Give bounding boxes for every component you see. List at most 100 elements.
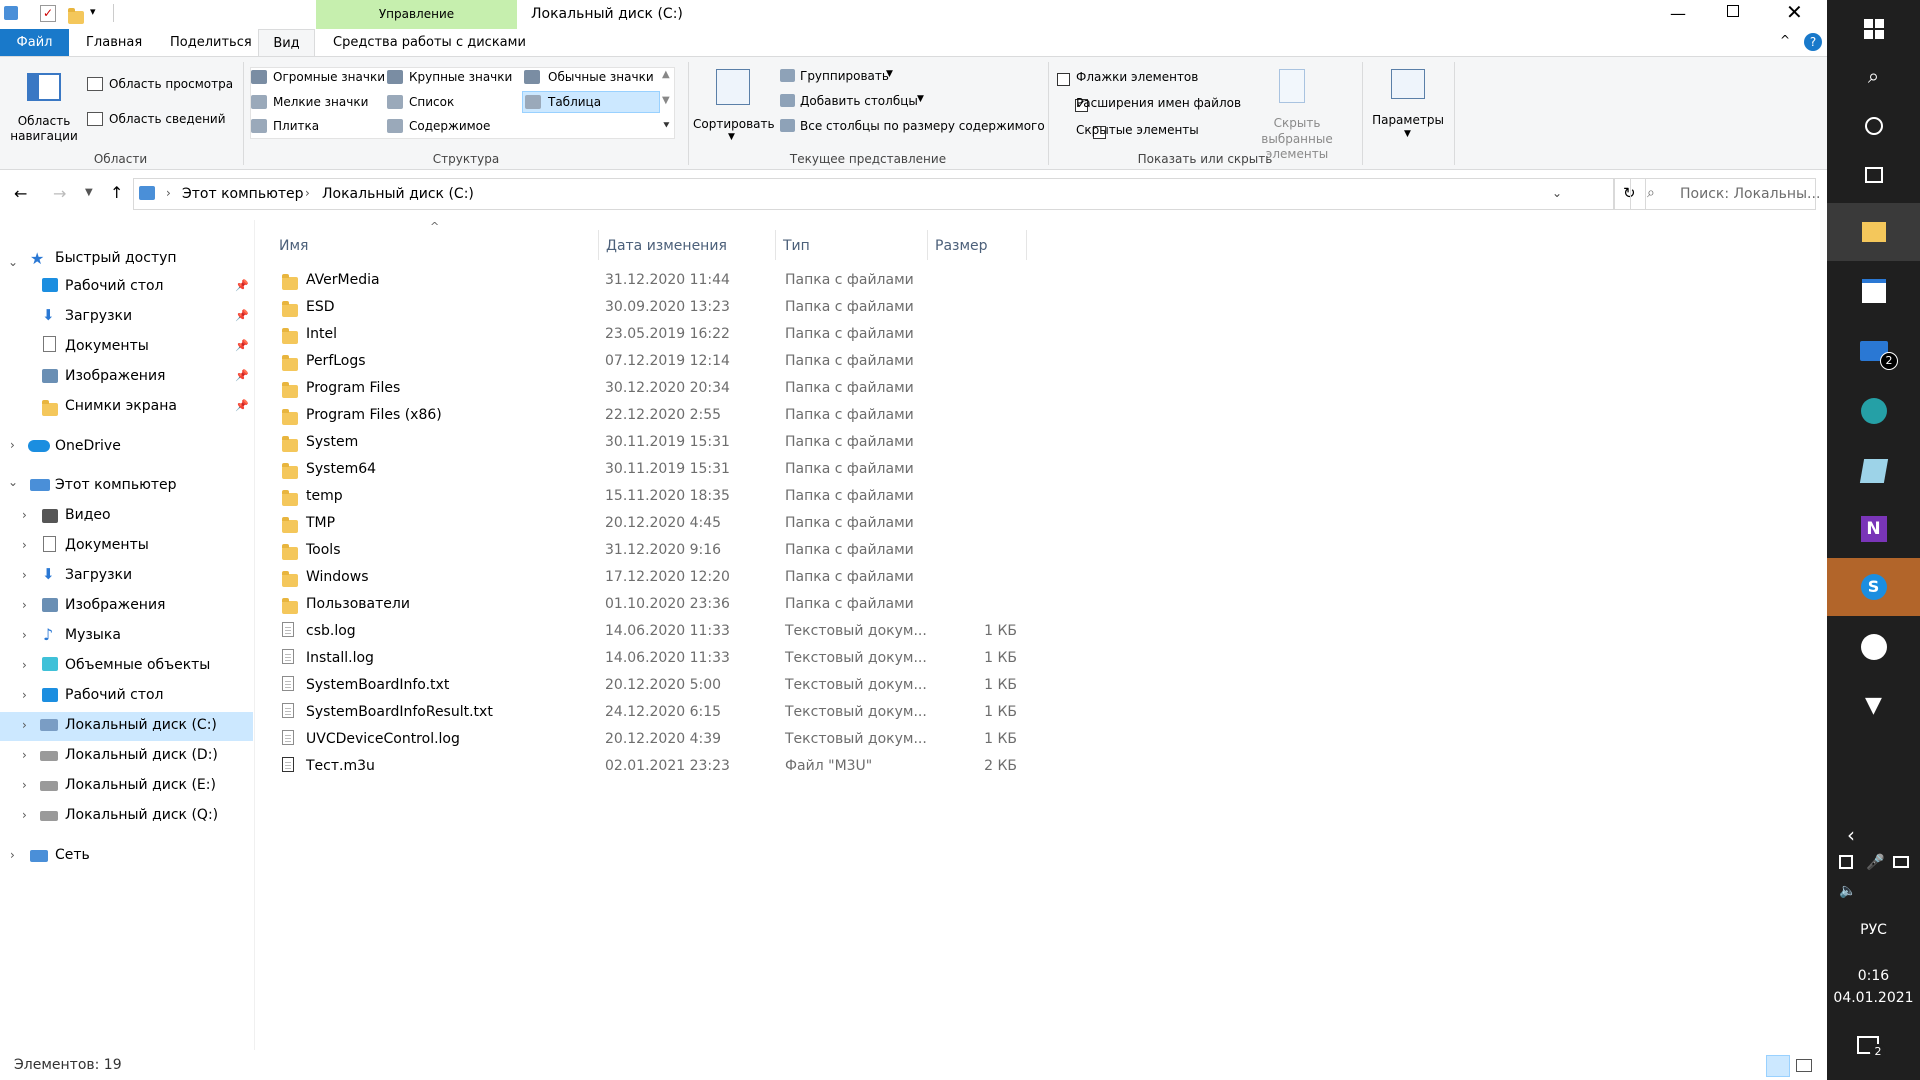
gallery-scroll-down-icon[interactable]: ▼ <box>662 95 670 106</box>
tab-file[interactable]: Файл <box>0 29 69 56</box>
layout-details[interactable]: Таблица <box>522 91 660 113</box>
file-row[interactable]: TMP 20.12.2020 4:45 Папка с файлами <box>255 510 1035 537</box>
minimize-button[interactable]: — <box>1670 4 1686 23</box>
file-row[interactable]: AVerMedia 31.12.2020 11:44 Папка с файлами <box>255 267 1035 294</box>
chevron-right-icon[interactable]: › <box>22 748 27 762</box>
taskbar-skype[interactable]: S <box>1827 558 1920 616</box>
chevron-right-icon[interactable]: › <box>22 778 27 792</box>
chevron-right-icon[interactable]: › <box>22 538 27 552</box>
properties-icon[interactable]: ✓ <box>40 5 56 22</box>
nav-network[interactable]: Сеть <box>55 847 90 865</box>
nav-pc-drive-q[interactable]: Локальный диск (Q:) <box>65 807 218 825</box>
file-row[interactable]: SystemBoardInfoResult.txt 24.12.2020 6:15… <box>255 699 1035 726</box>
taskbar-edge[interactable] <box>1827 382 1920 440</box>
item-checkboxes-checkbox[interactable] <box>1057 73 1070 86</box>
quick-toolbar-dropdown-icon[interactable]: ▾ <box>90 5 96 18</box>
chevron-right-icon[interactable]: › <box>22 808 27 822</box>
nav-pc-music[interactable]: Музыка <box>65 627 121 645</box>
nav-quick-pictures[interactable]: Изображения <box>65 368 165 386</box>
chevron-down-icon[interactable]: ⌄ <box>8 255 18 269</box>
file-row[interactable]: PerfLogs 07.12.2019 12:14 Папка с файлами <box>255 348 1035 375</box>
nav-pc-drive-d[interactable]: Локальный диск (D:) <box>65 747 218 765</box>
column-header-name[interactable]: Имя <box>255 230 599 260</box>
taskbar-app-notes[interactable] <box>1827 442 1920 500</box>
nav-this-pc[interactable]: Этот компьютер <box>55 477 177 495</box>
file-row[interactable]: Tools 31.12.2020 9:16 Папка с файлами <box>255 537 1035 564</box>
file-row[interactable]: Program Files (x86) 22.12.2020 2:55 Папка … <box>255 402 1035 429</box>
language-indicator[interactable]: РУС <box>1827 922 1920 940</box>
recent-locations-icon[interactable]: ▼ <box>85 187 93 198</box>
preview-pane-button[interactable]: Область просмотра <box>109 77 233 92</box>
nav-quick-documents[interactable]: Документы <box>65 338 149 356</box>
nav-pc-drive-c[interactable]: › Локальный диск (C:) <box>0 712 253 741</box>
volume-icon[interactable]: 🔈 <box>1839 883 1856 899</box>
sort-button[interactable]: Сортировать ▼ <box>693 61 775 145</box>
pin-icon[interactable]: 📌 <box>235 279 249 292</box>
search-box[interactable]: ⌕ Поиск: Локальны... <box>1630 178 1820 210</box>
hide-selected-button[interactable]: Скрыть выбранные элементы <box>1237 61 1357 161</box>
chevron-right-icon[interactable]: › <box>10 848 15 862</box>
layout-content[interactable]: Содержимое <box>409 119 490 134</box>
network-status-icon[interactable] <box>1893 856 1909 868</box>
nav-pc-desktop[interactable]: Рабочий стол <box>65 687 164 705</box>
add-columns-button[interactable]: Добавить столбцы <box>800 94 918 109</box>
size-all-columns-button[interactable]: Все столбцы по размеру содержимого <box>800 119 1045 134</box>
gallery-expand-icon[interactable]: ⯆ <box>662 119 671 133</box>
microphone-icon[interactable]: 🎤 <box>1866 853 1885 871</box>
file-row[interactable]: ESD 30.09.2020 13:23 Папка с файлами <box>255 294 1035 321</box>
taskbar-explorer[interactable] <box>1827 203 1920 261</box>
file-row[interactable]: System 30.11.2019 15:31 Папка с файлами <box>255 429 1035 456</box>
pin-icon[interactable]: 📌 <box>235 399 249 412</box>
breadcrumb-this-pc[interactable]: Этот компьютер <box>182 186 304 204</box>
forward-button[interactable]: → <box>53 184 66 203</box>
chevron-down-icon[interactable]: ⌄ <box>8 475 18 489</box>
nav-quick-screenshots[interactable]: Снимки экрана <box>65 398 177 416</box>
show-hidden-icons-button[interactable]: ‹ <box>1847 823 1855 847</box>
address-bar[interactable]: › Этот компьютер › Локальный диск (C:) ⌄ <box>133 178 1614 210</box>
maximize-button[interactable] <box>1727 5 1739 17</box>
app-icon[interactable] <box>4 6 18 20</box>
nav-quick-downloads[interactable]: Загрузки <box>65 308 132 326</box>
add-columns-dropdown-icon[interactable]: ▼ <box>917 94 924 104</box>
group-by-dropdown-icon[interactable]: ▼ <box>886 69 893 79</box>
pin-icon[interactable]: 📌 <box>235 339 249 352</box>
file-row[interactable]: SystemBoardInfo.txt 20.12.2020 5:00 Тексто… <box>255 672 1035 699</box>
help-icon[interactable]: ? <box>1804 33 1822 51</box>
file-row[interactable]: Тест.m3u 02.01.2021 23:23 Файл "M3U" 2 КБ <box>255 753 1035 780</box>
tab-disk-tools[interactable]: Средства работы с дисками <box>333 35 526 51</box>
breadcrumb-drive-c[interactable]: Локальный диск (C:) <box>322 186 474 204</box>
chevron-right-icon[interactable]: › <box>22 598 27 612</box>
collapse-ribbon-icon[interactable]: ^ <box>1780 33 1790 47</box>
taskbar-store[interactable] <box>1827 262 1920 320</box>
nav-quick-desktop[interactable]: Рабочий стол <box>65 278 164 296</box>
details-view-button[interactable] <box>1766 1055 1790 1077</box>
layout-small-icons[interactable]: Мелкие значки <box>273 95 368 110</box>
pin-icon[interactable]: 📌 <box>235 309 249 322</box>
column-header-date[interactable]: Дата изменения <box>599 230 776 260</box>
file-row[interactable]: System64 30.11.2019 15:31 Папка с файлами <box>255 456 1035 483</box>
nav-pane-button[interactable]: Область навигации <box>6 61 82 145</box>
tab-view[interactable]: Вид <box>258 29 315 57</box>
chevron-right-icon[interactable]: › <box>22 628 27 642</box>
taskbar-onenote[interactable]: N <box>1827 500 1920 558</box>
search-input[interactable]: Поиск: Локальны... <box>1680 186 1820 204</box>
column-header-type[interactable]: Тип <box>776 230 928 260</box>
nav-pc-pictures[interactable]: Изображения <box>65 597 165 615</box>
layout-medium-icons[interactable]: Обычные значки <box>548 70 654 85</box>
taskbar-game[interactable]: ▼ <box>1827 676 1920 734</box>
chevron-right-icon[interactable]: › <box>22 568 27 582</box>
file-row[interactable]: temp 15.11.2020 18:35 Папка с файлами <box>255 483 1035 510</box>
tab-home[interactable]: Главная <box>86 35 142 51</box>
up-button[interactable]: ↑ <box>110 183 123 202</box>
file-row[interactable]: Program Files 30.12.2020 20:34 Папка с фай… <box>255 375 1035 402</box>
chevron-right-icon[interactable]: › <box>10 438 15 452</box>
taskbar-steam[interactable] <box>1827 618 1920 676</box>
details-pane-button[interactable]: Область сведений <box>109 112 226 127</box>
chevron-right-icon[interactable]: › <box>22 508 27 522</box>
file-row[interactable]: UVCDeviceControl.log 20.12.2020 4:39 Текст… <box>255 726 1035 753</box>
nav-pc-downloads[interactable]: Загрузки <box>65 567 132 585</box>
nav-quick-access[interactable]: Быстрый доступ <box>55 250 177 268</box>
file-row[interactable]: Intel 23.05.2019 16:22 Папка с файлами <box>255 321 1035 348</box>
layout-large-icons[interactable]: Крупные значки <box>409 70 512 85</box>
layout-list[interactable]: Список <box>409 95 454 110</box>
